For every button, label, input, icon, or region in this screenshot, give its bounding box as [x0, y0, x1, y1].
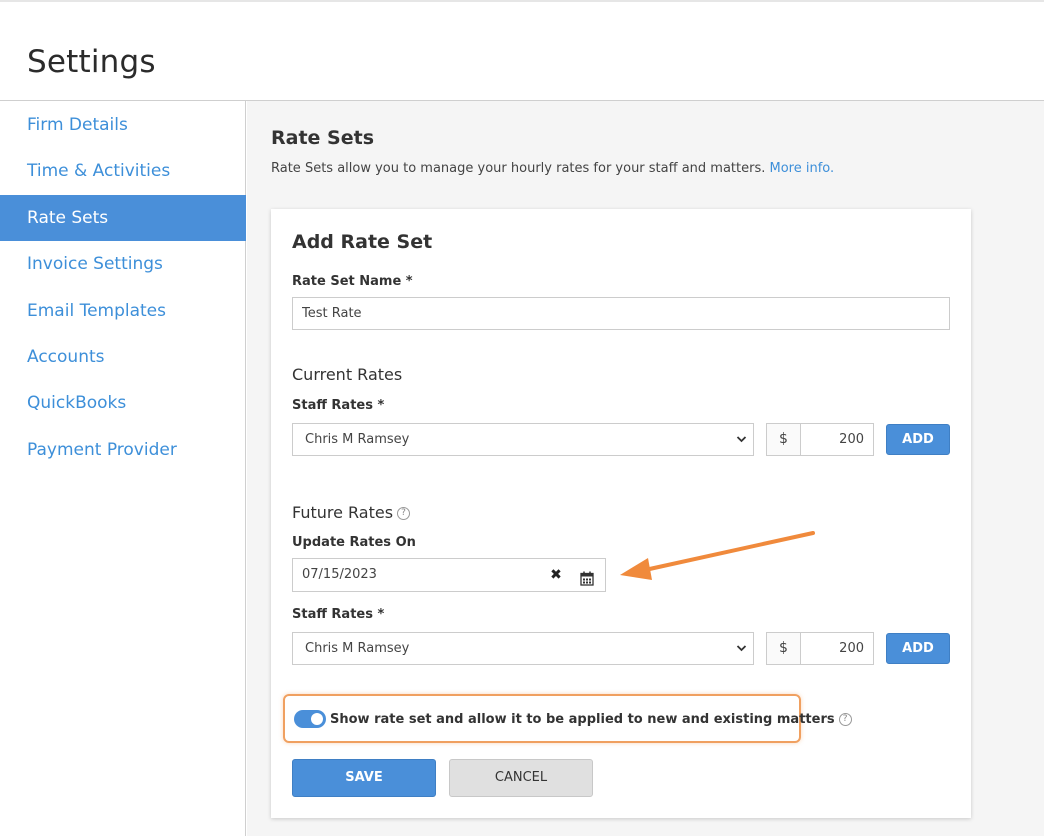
card-title: Add Rate Set: [292, 231, 433, 253]
future-add-button[interactable]: ADD: [886, 633, 950, 664]
more-info-link[interactable]: More info.: [770, 161, 835, 176]
clear-icon[interactable]: ✖: [549, 567, 563, 583]
section-description: Rate Sets allow you to manage your hourl…: [271, 161, 834, 176]
date-value: 07/15/2023: [302, 567, 377, 582]
main-content: Rate Sets Rate Sets allow you to manage …: [247, 101, 1044, 836]
save-button[interactable]: SAVE: [292, 759, 436, 797]
highlight-annotation-box: Show rate set and allow it to be applied…: [283, 694, 852, 743]
current-staff-select[interactable]: Chris M Ramsey: [292, 423, 754, 456]
future-rates-title: Future Rates?: [292, 503, 411, 522]
description-text: Rate Sets allow you to manage your hourl…: [271, 161, 766, 176]
chevron-down-icon: [736, 424, 747, 467]
currency-addon: $: [767, 424, 801, 455]
currency-addon: $: [767, 633, 801, 664]
future-staff-select[interactable]: Chris M Ramsey: [292, 632, 754, 665]
rate-set-name-label: Rate Set Name *: [292, 274, 413, 289]
annotation-arrow-icon: [620, 531, 815, 580]
current-rate-input[interactable]: 200: [801, 424, 873, 455]
section-title: Rate Sets: [271, 127, 374, 149]
sidebar-item-accounts[interactable]: Accounts: [0, 334, 246, 380]
add-rate-set-card: Add Rate Set Rate Set Name * Current Rat…: [271, 209, 971, 818]
current-rates-title: Current Rates: [292, 365, 403, 384]
current-rate-input-group: $ 200: [766, 423, 874, 456]
sidebar-item-time-activities[interactable]: Time & Activities: [0, 148, 246, 194]
sidebar-item-rate-sets[interactable]: Rate Sets: [0, 195, 246, 241]
cancel-button[interactable]: CANCEL: [449, 759, 593, 797]
settings-sidebar: Firm Details Time & Activities Rate Sets…: [0, 101, 246, 836]
future-rates-title-text: Future Rates: [292, 503, 394, 522]
show-rate-set-label-text: Show rate set and allow it to be applied…: [330, 712, 835, 727]
update-rates-on-label: Update Rates On: [292, 535, 416, 550]
top-border: [0, 0, 1044, 2]
toggle-knob: [311, 713, 323, 725]
help-circle-icon[interactable]: ?: [838, 713, 852, 726]
future-rate-input-group: $ 200: [766, 632, 874, 665]
show-rate-set-label: Show rate set and allow it to be applied…: [330, 712, 852, 727]
rate-set-name-input[interactable]: [292, 297, 950, 330]
show-rate-set-toggle[interactable]: [294, 710, 326, 728]
future-rate-input[interactable]: 200: [801, 633, 873, 664]
page-title: Settings: [27, 44, 156, 80]
current-add-button[interactable]: ADD: [886, 424, 950, 455]
update-rates-date-input[interactable]: 07/15/2023 ✖: [292, 558, 606, 592]
help-circle-icon[interactable]: ?: [397, 507, 411, 520]
current-staff-select-value: Chris M Ramsey: [305, 432, 410, 447]
sidebar-item-payment-provider[interactable]: Payment Provider: [0, 427, 246, 473]
sidebar-item-email-templates[interactable]: Email Templates: [0, 288, 246, 334]
sidebar-item-firm-details[interactable]: Firm Details: [0, 102, 246, 148]
future-staff-rates-label: Staff Rates *: [292, 607, 385, 622]
sidebar-item-quickbooks[interactable]: QuickBooks: [0, 380, 246, 426]
future-staff-select-value: Chris M Ramsey: [305, 641, 410, 656]
current-staff-rates-label: Staff Rates *: [292, 398, 385, 413]
chevron-down-icon: [736, 633, 747, 676]
calendar-icon[interactable]: [580, 567, 596, 586]
sidebar-item-invoice-settings[interactable]: Invoice Settings: [0, 241, 246, 287]
